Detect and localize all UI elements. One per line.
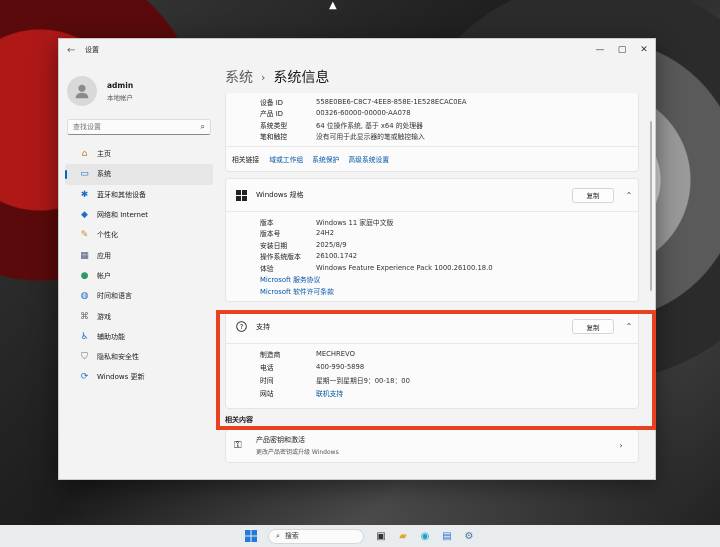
chevron-up-icon[interactable]: ⌃ <box>620 191 638 200</box>
maximize-icon[interactable]: ▢ <box>611 45 633 55</box>
breadcrumb-separator: › <box>261 70 266 84</box>
related-links: 相关链接 域或工作组 系统保护 高级系统设置 <box>226 147 638 171</box>
windows-spec-title: Windows 规格 <box>256 191 304 199</box>
scrollbar[interactable] <box>650 121 652 291</box>
file-explorer-icon[interactable]: ▰ <box>394 528 412 544</box>
search-icon: ⌕ <box>276 531 280 540</box>
spec-row: 版本号 24H2 <box>260 229 335 239</box>
settings-gear-icon[interactable]: ⚙ <box>460 528 478 544</box>
nav-item-network[interactable]: ◆ 网络和 Internet <box>65 205 213 225</box>
account-panel[interactable]: admin 本地帐户 <box>59 61 219 111</box>
sidebar: admin 本地帐户 ⌕ ⌂主页 ▭系统 ✱蓝牙和其他设备 ◆网络和 Inter… <box>59 61 219 479</box>
nav-item-apps[interactable]: ▦ 应用 <box>65 245 213 265</box>
breadcrumb-parent[interactable]: 系统 <box>225 67 253 87</box>
support-highlight-frame <box>216 310 656 430</box>
edge-icon[interactable]: ◉ <box>416 528 434 544</box>
start-icon[interactable] <box>242 528 260 544</box>
product-key-title: 产品密钥和激活 <box>256 436 305 444</box>
spec-row: 产品 ID 00326-60000-00000-AA078 <box>260 109 411 119</box>
nav-item-privacy[interactable]: ⛉ 隐私和安全性 <box>65 347 213 367</box>
globe-clock-icon: ◍ <box>80 291 89 302</box>
link-system-protection[interactable]: 系统保护 <box>312 154 339 164</box>
link-service-agreement[interactable]: Microsoft 服务协议 <box>260 274 638 286</box>
system-icon: ▭ <box>80 169 89 180</box>
search-box[interactable]: ⌕ <box>67 119 211 135</box>
chevron-right-icon: › <box>619 441 623 450</box>
breadcrumb: 系统 › 系统信息 <box>225 61 655 93</box>
nav-item-accounts[interactable]: ● 帐户 <box>65 266 213 286</box>
spec-row: 体验 Windows Feature Experience Pack 1000.2… <box>260 263 493 273</box>
nav-item-gaming[interactable]: ⌘ 游戏 <box>65 306 213 326</box>
search-icon[interactable]: ⌕ <box>201 122 205 132</box>
page-title: 系统信息 <box>273 70 330 86</box>
network-icon: ◆ <box>81 210 88 221</box>
account-icon: ● <box>80 270 89 281</box>
title-bar: ← 设置 — ▢ ✕ <box>59 39 655 61</box>
link-domain-workgroup[interactable]: 域或工作组 <box>269 154 303 164</box>
spec-row: 笔和触控 没有可用于此显示器的笔或触控输入 <box>260 133 425 142</box>
nav-item-accessibility[interactable]: ♿ 辅助功能 <box>65 327 213 347</box>
key-icon: ⚿ <box>234 440 242 451</box>
product-key-desc: 更改产品密钥或升级 Windows <box>256 449 339 456</box>
taskbar-search-label: 搜索 <box>284 532 299 540</box>
link-license-terms[interactable]: Microsoft 软件许可条款 <box>260 285 638 297</box>
related-links-label: 相关链接 <box>232 156 260 164</box>
nav-item-home[interactable]: ⌂ 主页 <box>65 144 213 164</box>
windows-spec-card: Windows 规格 复制 ⌃ 版本 Windows 11 家庭中文版 版本号 24… <box>225 178 639 302</box>
back-arrow-icon[interactable]: ← <box>67 45 81 56</box>
store-icon[interactable]: ▤ <box>438 528 456 544</box>
nav-list: ⌂ 主页 ▭ 系统 ✱ 蓝牙和其他设备 ◆ 网络和 Internet ✎ 个性化 ▦ 应用 … <box>59 144 219 388</box>
shield-icon: ⛉ <box>81 352 88 363</box>
taskbar-search[interactable]: ⌕ 搜索 <box>268 528 364 544</box>
window-controls: — ▢ ✕ <box>589 45 655 55</box>
spec-row: 版本 Windows 11 家庭中文版 <box>260 218 394 227</box>
spec-row: 系统类型 64 位操作系统, 基于 x64 的处理器 <box>260 121 423 130</box>
device-spec-card: 设备 ID 558E0BE6-C8C7-4EE8-858E-1E528ECAC0E… <box>225 93 639 172</box>
bluetooth-icon: ✱ <box>80 189 89 200</box>
minimize-icon[interactable]: — <box>589 45 611 55</box>
spec-row: 操作系统版本 26100.1742 <box>260 252 358 262</box>
accessibility-icon: ♿ <box>80 331 89 342</box>
windows-logo-icon <box>234 188 248 202</box>
gamepad-icon: ⌘ <box>80 311 89 322</box>
mouse-cursor-icon: ▲ <box>329 0 337 11</box>
search-input[interactable] <box>73 123 201 131</box>
avatar <box>67 76 97 106</box>
window-title: 设置 <box>85 46 99 54</box>
brush-icon: ✎ <box>80 230 89 241</box>
apps-icon: ▦ <box>80 250 89 261</box>
update-icon: ⟳ <box>80 372 89 383</box>
nav-item-personalization[interactable]: ✎ 个性化 <box>65 225 213 245</box>
windows-spec-header[interactable]: Windows 规格 复制 ⌃ <box>226 179 638 211</box>
product-key-card[interactable]: ⚿ 产品密钥和激活 更改产品密钥或升级 Windows › <box>225 428 639 463</box>
close-icon[interactable]: ✕ <box>633 45 655 55</box>
home-icon: ⌂ <box>81 149 88 160</box>
user-icon <box>75 84 89 99</box>
link-advanced-settings[interactable]: 高级系统设置 <box>348 154 389 164</box>
task-view-icon[interactable]: ▣ <box>372 528 390 544</box>
account-type: 本地帐户 <box>107 93 133 102</box>
spec-row: 设备 ID 558E0BE6-C8C7-4EE8-858E-1E528ECAC0E… <box>260 97 467 107</box>
nav-item-windows-update[interactable]: ⟳ Windows 更新 <box>65 367 213 387</box>
spec-row: 安装日期 2025/8/9 <box>260 240 347 250</box>
nav-item-time-language[interactable]: ◍ 时间和语言 <box>65 286 213 306</box>
nav-item-system[interactable]: ▭ 系统 <box>65 164 213 185</box>
nav-item-bluetooth[interactable]: ✱ 蓝牙和其他设备 <box>65 185 213 205</box>
taskbar: ⌕ 搜索 ▣ ▰ ◉ ▤ ⚙ <box>0 525 720 547</box>
copy-windows-spec-button[interactable]: 复制 <box>572 187 614 203</box>
account-name: admin <box>107 80 134 90</box>
